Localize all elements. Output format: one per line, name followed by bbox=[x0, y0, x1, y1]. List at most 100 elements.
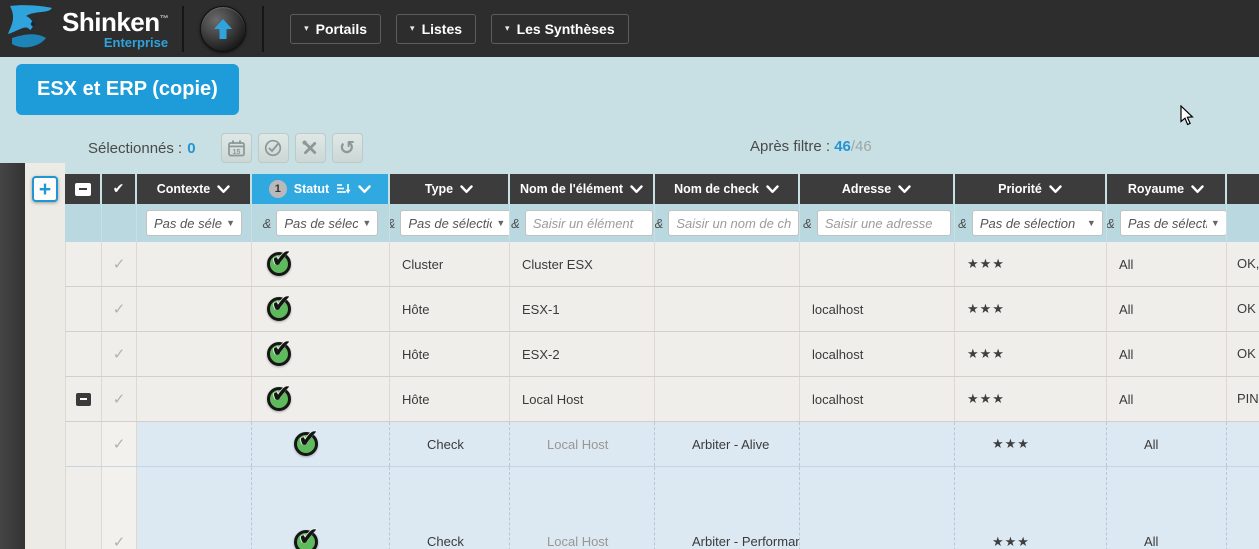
table-row[interactable]: ✓✔CheckLocal HostArbiter - Alive★★★All[i bbox=[65, 422, 1259, 467]
table-row[interactable]: ✓✔HôteESX-2localhost★★★AllOK - l bbox=[65, 332, 1259, 377]
validate-button[interactable] bbox=[258, 133, 289, 163]
menu-portails[interactable]: ▾Portails bbox=[290, 14, 381, 44]
filter-cell-select bbox=[102, 204, 137, 242]
and-operator: & bbox=[1107, 216, 1115, 231]
chevron-down-icon bbox=[1191, 185, 1204, 194]
filter-cell-statut: &Pas de sélection▼ bbox=[252, 204, 390, 242]
after-filter: Après filtre : 46/46 bbox=[750, 138, 872, 155]
cell-adresse bbox=[800, 467, 955, 549]
cell-element: ESX-2 bbox=[510, 332, 655, 376]
filter-input-adresse[interactable] bbox=[817, 210, 951, 236]
select-cell[interactable]: ✓ bbox=[102, 332, 137, 376]
cell-type: Check bbox=[390, 467, 510, 549]
cell-output: OK, w bbox=[1227, 242, 1259, 286]
calendar-button[interactable]: 15 bbox=[221, 133, 252, 163]
filter-input-check[interactable] bbox=[668, 210, 799, 236]
collapse-row-icon[interactable] bbox=[76, 393, 91, 406]
after-filter-total: /46 bbox=[851, 138, 872, 155]
table-gutter: + bbox=[25, 163, 65, 549]
scroll-top-button[interactable] bbox=[200, 6, 246, 52]
cell-check: Arbiter - Alive bbox=[655, 422, 800, 466]
expand-cell bbox=[65, 332, 102, 376]
undo-button[interactable]: ↺ bbox=[332, 133, 363, 163]
chevron-down-icon bbox=[898, 185, 911, 194]
row-check-icon: ✓ bbox=[113, 345, 126, 363]
table-row[interactable]: ✓✔CheckLocal HostArbiter - Performance★★… bbox=[65, 467, 1259, 549]
filter-select-type[interactable]: Pas de sélection▼ bbox=[400, 210, 510, 236]
column-header-adresse[interactable]: Adresse bbox=[800, 174, 955, 204]
filter-input-element[interactable] bbox=[525, 210, 653, 236]
row-check-icon: ✓ bbox=[113, 435, 126, 453]
topbar-menus: ▾Portails ▾Listes ▾Les Synthèses bbox=[290, 14, 628, 44]
menu-listes[interactable]: ▾Listes bbox=[396, 14, 476, 44]
table-filter-row: Pas de sélection▼&Pas de sélection▼&Pas … bbox=[65, 204, 1259, 242]
cell-type: Check bbox=[390, 422, 510, 466]
cell-adresse: localhost bbox=[800, 332, 955, 376]
filter-select-priorite[interactable]: Pas de sélection▼ bbox=[972, 210, 1103, 236]
and-operator: & bbox=[263, 216, 272, 231]
status-ok-icon: ✔ bbox=[267, 387, 291, 411]
table-row[interactable]: ✓✔HôteLocal Hostlocalhost★★★AllPING bbox=[65, 377, 1259, 422]
table-row[interactable]: ✓✔ClusterCluster ESX★★★AllOK, w bbox=[65, 242, 1259, 287]
selected-label: Sélectionnés : bbox=[88, 140, 182, 157]
add-button[interactable]: + bbox=[32, 176, 58, 202]
undo-icon: ↺ bbox=[339, 139, 355, 158]
cell-priorite: ★★★ bbox=[955, 332, 1107, 376]
cell-output: PING bbox=[1227, 377, 1259, 421]
select-cell[interactable]: ✓ bbox=[102, 377, 137, 421]
column-header-royaume[interactable]: Royaume bbox=[1107, 174, 1227, 204]
column-header-contexte[interactable]: Contexte bbox=[137, 174, 252, 204]
filter-select-royaume[interactable]: Pas de sélection▼ bbox=[1120, 210, 1227, 236]
brand-subtitle: Enterprise bbox=[104, 36, 168, 49]
select-cell[interactable]: ✓ bbox=[102, 422, 137, 466]
row-check-icon: ✓ bbox=[113, 255, 126, 273]
cell-output: OK - l bbox=[1227, 287, 1259, 331]
table-row[interactable]: ✓✔HôteESX-1localhost★★★AllOK - l bbox=[65, 287, 1259, 332]
filter-cell-expand bbox=[65, 204, 102, 242]
filter-select-contexte[interactable]: Pas de sélection▼ bbox=[146, 210, 242, 236]
column-header-check[interactable]: Nom de check bbox=[655, 174, 800, 204]
cell-type: Hôte bbox=[390, 332, 510, 376]
cell-output: [i bbox=[1227, 422, 1259, 466]
column-header-element[interactable]: Nom de l'élément bbox=[510, 174, 655, 204]
filter-select-statut[interactable]: Pas de sélection▼ bbox=[276, 210, 378, 236]
column-header-expand[interactable] bbox=[65, 174, 102, 204]
select-cell[interactable]: ✓ bbox=[102, 467, 137, 549]
column-header-priorite[interactable]: Priorité bbox=[955, 174, 1107, 204]
cell-contexte bbox=[137, 467, 252, 549]
column-header-type[interactable]: Type bbox=[390, 174, 510, 204]
caret-down-icon: ▼ bbox=[496, 218, 505, 228]
tools-button[interactable] bbox=[295, 133, 326, 163]
select-cell[interactable]: ✓ bbox=[102, 242, 137, 286]
cell-output: [A C bbox=[1227, 467, 1259, 549]
cell-contexte bbox=[137, 332, 252, 376]
filter-cell-type: &Pas de sélection▼ bbox=[390, 204, 510, 242]
cell-element: Cluster ESX bbox=[510, 242, 655, 286]
status-ok-icon: ✔ bbox=[267, 342, 291, 366]
after-filter-count: 46 bbox=[834, 138, 851, 155]
status-ok-icon: ✔ bbox=[294, 530, 318, 549]
filter-cell-element: & bbox=[510, 204, 655, 242]
cell-royaume: All bbox=[1107, 332, 1227, 376]
status-ok-icon: ✔ bbox=[267, 252, 291, 276]
brand-name: Shinken™ bbox=[62, 9, 168, 35]
cell-priorite: ★★★ bbox=[955, 467, 1107, 549]
calendar-icon: 15 bbox=[228, 140, 245, 157]
cell-contexte bbox=[137, 242, 252, 286]
caret-down-icon: ▼ bbox=[362, 218, 371, 228]
select-cell[interactable]: ✓ bbox=[102, 287, 137, 331]
and-operator: & bbox=[655, 216, 663, 231]
collapse-all-icon bbox=[75, 183, 91, 196]
column-header-select[interactable]: ✔ bbox=[102, 174, 137, 204]
page-title[interactable]: ESX et ERP (copie) bbox=[16, 64, 239, 115]
cell-contexte bbox=[137, 422, 252, 466]
column-label: Type bbox=[425, 182, 453, 196]
svg-text:15: 15 bbox=[232, 149, 240, 156]
column-header-statut[interactable]: 1Statut bbox=[252, 174, 390, 204]
cell-element: ESX-1 bbox=[510, 287, 655, 331]
filter-cell-check: & bbox=[655, 204, 800, 242]
menu-les-synth-ses[interactable]: ▾Les Synthèses bbox=[491, 14, 629, 44]
caret-down-icon: ▾ bbox=[505, 23, 510, 34]
column-header-output[interactable] bbox=[1227, 174, 1259, 204]
expand-cell[interactable] bbox=[65, 377, 102, 421]
